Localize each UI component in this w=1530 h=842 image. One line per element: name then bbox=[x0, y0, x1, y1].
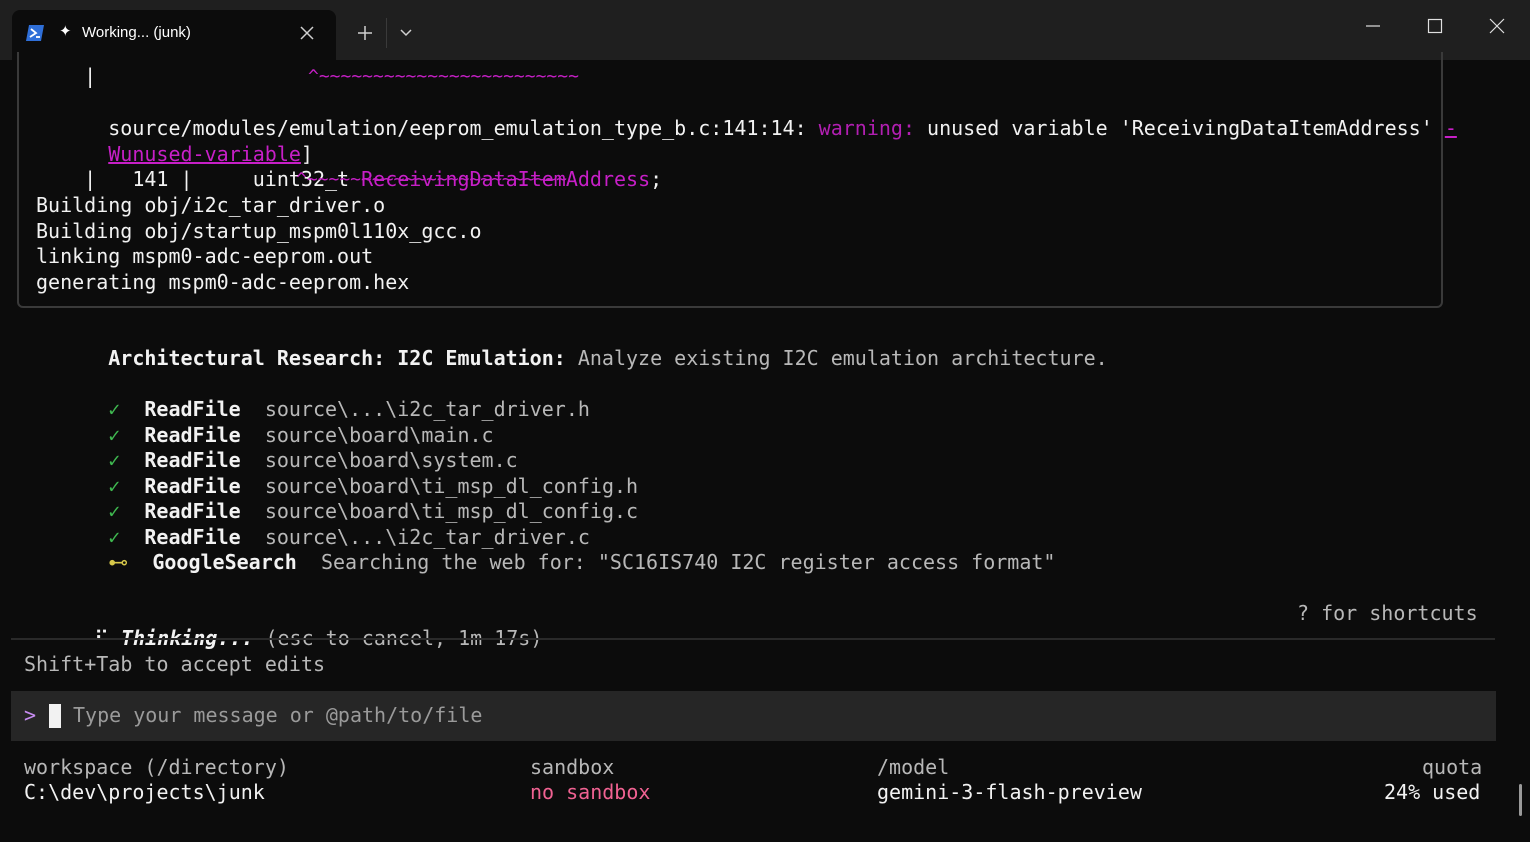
workspace-path: C:\dev\projects\junk bbox=[24, 780, 265, 804]
input-placeholder[interactable]: Type your message or @path/to/file bbox=[73, 703, 482, 728]
code-semicolon: ; bbox=[650, 167, 663, 191]
warning-flag-line: Wunused-variable] bbox=[36, 117, 313, 166]
chevron-down-icon[interactable] bbox=[392, 18, 420, 48]
research-heading: Architectural Research: I2C Emulation: bbox=[108, 346, 566, 370]
spark-icon: ✦ bbox=[59, 22, 72, 40]
tool-call-row: ✓ ReadFile source\board\system.c bbox=[36, 423, 517, 472]
divider bbox=[11, 638, 1495, 640]
new-tab-button[interactable] bbox=[348, 18, 382, 48]
terminal-content[interactable]: | ^~~~~~~~~~~~~~~~~~~~~~~~~ source/modul… bbox=[0, 52, 1530, 842]
close-icon[interactable] bbox=[296, 22, 318, 44]
model-label: /model bbox=[877, 755, 950, 779]
thinking-status: ⠋ Thinking... (esc to cancel, 1m 17s) bbox=[22, 601, 542, 650]
tool-detail: Searching the web for: "SC16IS740 I2C re… bbox=[320, 550, 1056, 574]
tab-separator bbox=[386, 18, 387, 48]
tool-call-row: ✓ ReadFile source\board\ti_msp_dl_config… bbox=[36, 474, 638, 523]
tool-call-row: ✓ ReadFile source\...\i2c_tar_driver.h bbox=[36, 372, 590, 421]
title-bar: ✦ Working... (junk) bbox=[0, 0, 1530, 60]
tab-title: Working... (junk) bbox=[82, 24, 191, 41]
tool-call-row: ✓ ReadFile source\board\main.c bbox=[36, 398, 493, 447]
minimize-icon bbox=[1366, 25, 1380, 27]
minimize-button[interactable] bbox=[1342, 0, 1404, 54]
pending-icon: ⊷ bbox=[108, 550, 129, 574]
window-close-button[interactable] bbox=[1466, 0, 1528, 54]
sandbox-label: sandbox bbox=[530, 755, 615, 779]
warning-label: warning: bbox=[818, 116, 915, 140]
text-cursor bbox=[49, 704, 61, 728]
quota-label: quota bbox=[1422, 755, 1483, 779]
shortcuts-hint: ? for shortcuts bbox=[1297, 601, 1478, 625]
build-line: Building obj/startup_mspm0l110x_gcc.o bbox=[36, 219, 482, 243]
workspace-label: workspace (/directory) bbox=[24, 755, 289, 779]
tool-call-row: ⊷ GoogleSearch Searching the web for: "S… bbox=[36, 525, 1055, 574]
warning-flag-dash: - bbox=[1444, 116, 1457, 140]
tool-name: GoogleSearch bbox=[152, 550, 297, 574]
research-line: Architectural Research: I2C Emulation: A… bbox=[36, 321, 1107, 370]
close-icon bbox=[1489, 18, 1505, 34]
maximize-icon bbox=[1427, 18, 1443, 34]
code-snippet-line: 141 | uint32_t ReceivingDataItemAddress; bbox=[36, 142, 662, 191]
sandbox-status: no sandbox bbox=[530, 780, 651, 804]
maximize-button[interactable] bbox=[1404, 0, 1466, 54]
tool-call-row: ✓ ReadFile source\...\i2c_tar_driver.c bbox=[36, 500, 590, 549]
warning-message: unused variable 'ReceivingDataItemAddres… bbox=[915, 116, 1445, 140]
powershell-icon bbox=[25, 23, 45, 43]
build-line: linking mspm0-adc-eeprom.out bbox=[36, 244, 374, 268]
tool-call-row: ✓ ReadFile source\board\ti_msp_dl_config… bbox=[36, 449, 638, 498]
quota-value: 24% used bbox=[1384, 780, 1481, 804]
scrollbar[interactable] bbox=[1519, 784, 1522, 816]
terminal-window: ✦ Working... (junk) | ^~~~~~~~~~~~~~~~~~… bbox=[0, 0, 1530, 842]
gutter-pipe: | bbox=[36, 167, 97, 191]
warning-line: source/modules/emulation/eeprom_emulatio… bbox=[36, 91, 1457, 140]
build-line: Building obj/i2c_tar_driver.o bbox=[36, 193, 386, 217]
model-name: gemini-3-flash-preview bbox=[877, 780, 1142, 804]
warning-carets: ^~~~~~~~~~~~~~~~~~~~~~~~~ bbox=[308, 66, 579, 87]
build-line: generating mspm0-adc-eeprom.hex bbox=[36, 270, 410, 294]
accept-edits-hint: Shift+Tab to accept edits bbox=[24, 652, 326, 676]
research-description: Analyze existing I2C emulation architect… bbox=[565, 346, 1108, 370]
prompt-icon: > bbox=[24, 703, 37, 727]
warning-carets: ^~~~~~~~~~~~~~~~~~~~~~~~~ bbox=[296, 169, 567, 190]
gutter-pipe: | bbox=[36, 64, 97, 88]
